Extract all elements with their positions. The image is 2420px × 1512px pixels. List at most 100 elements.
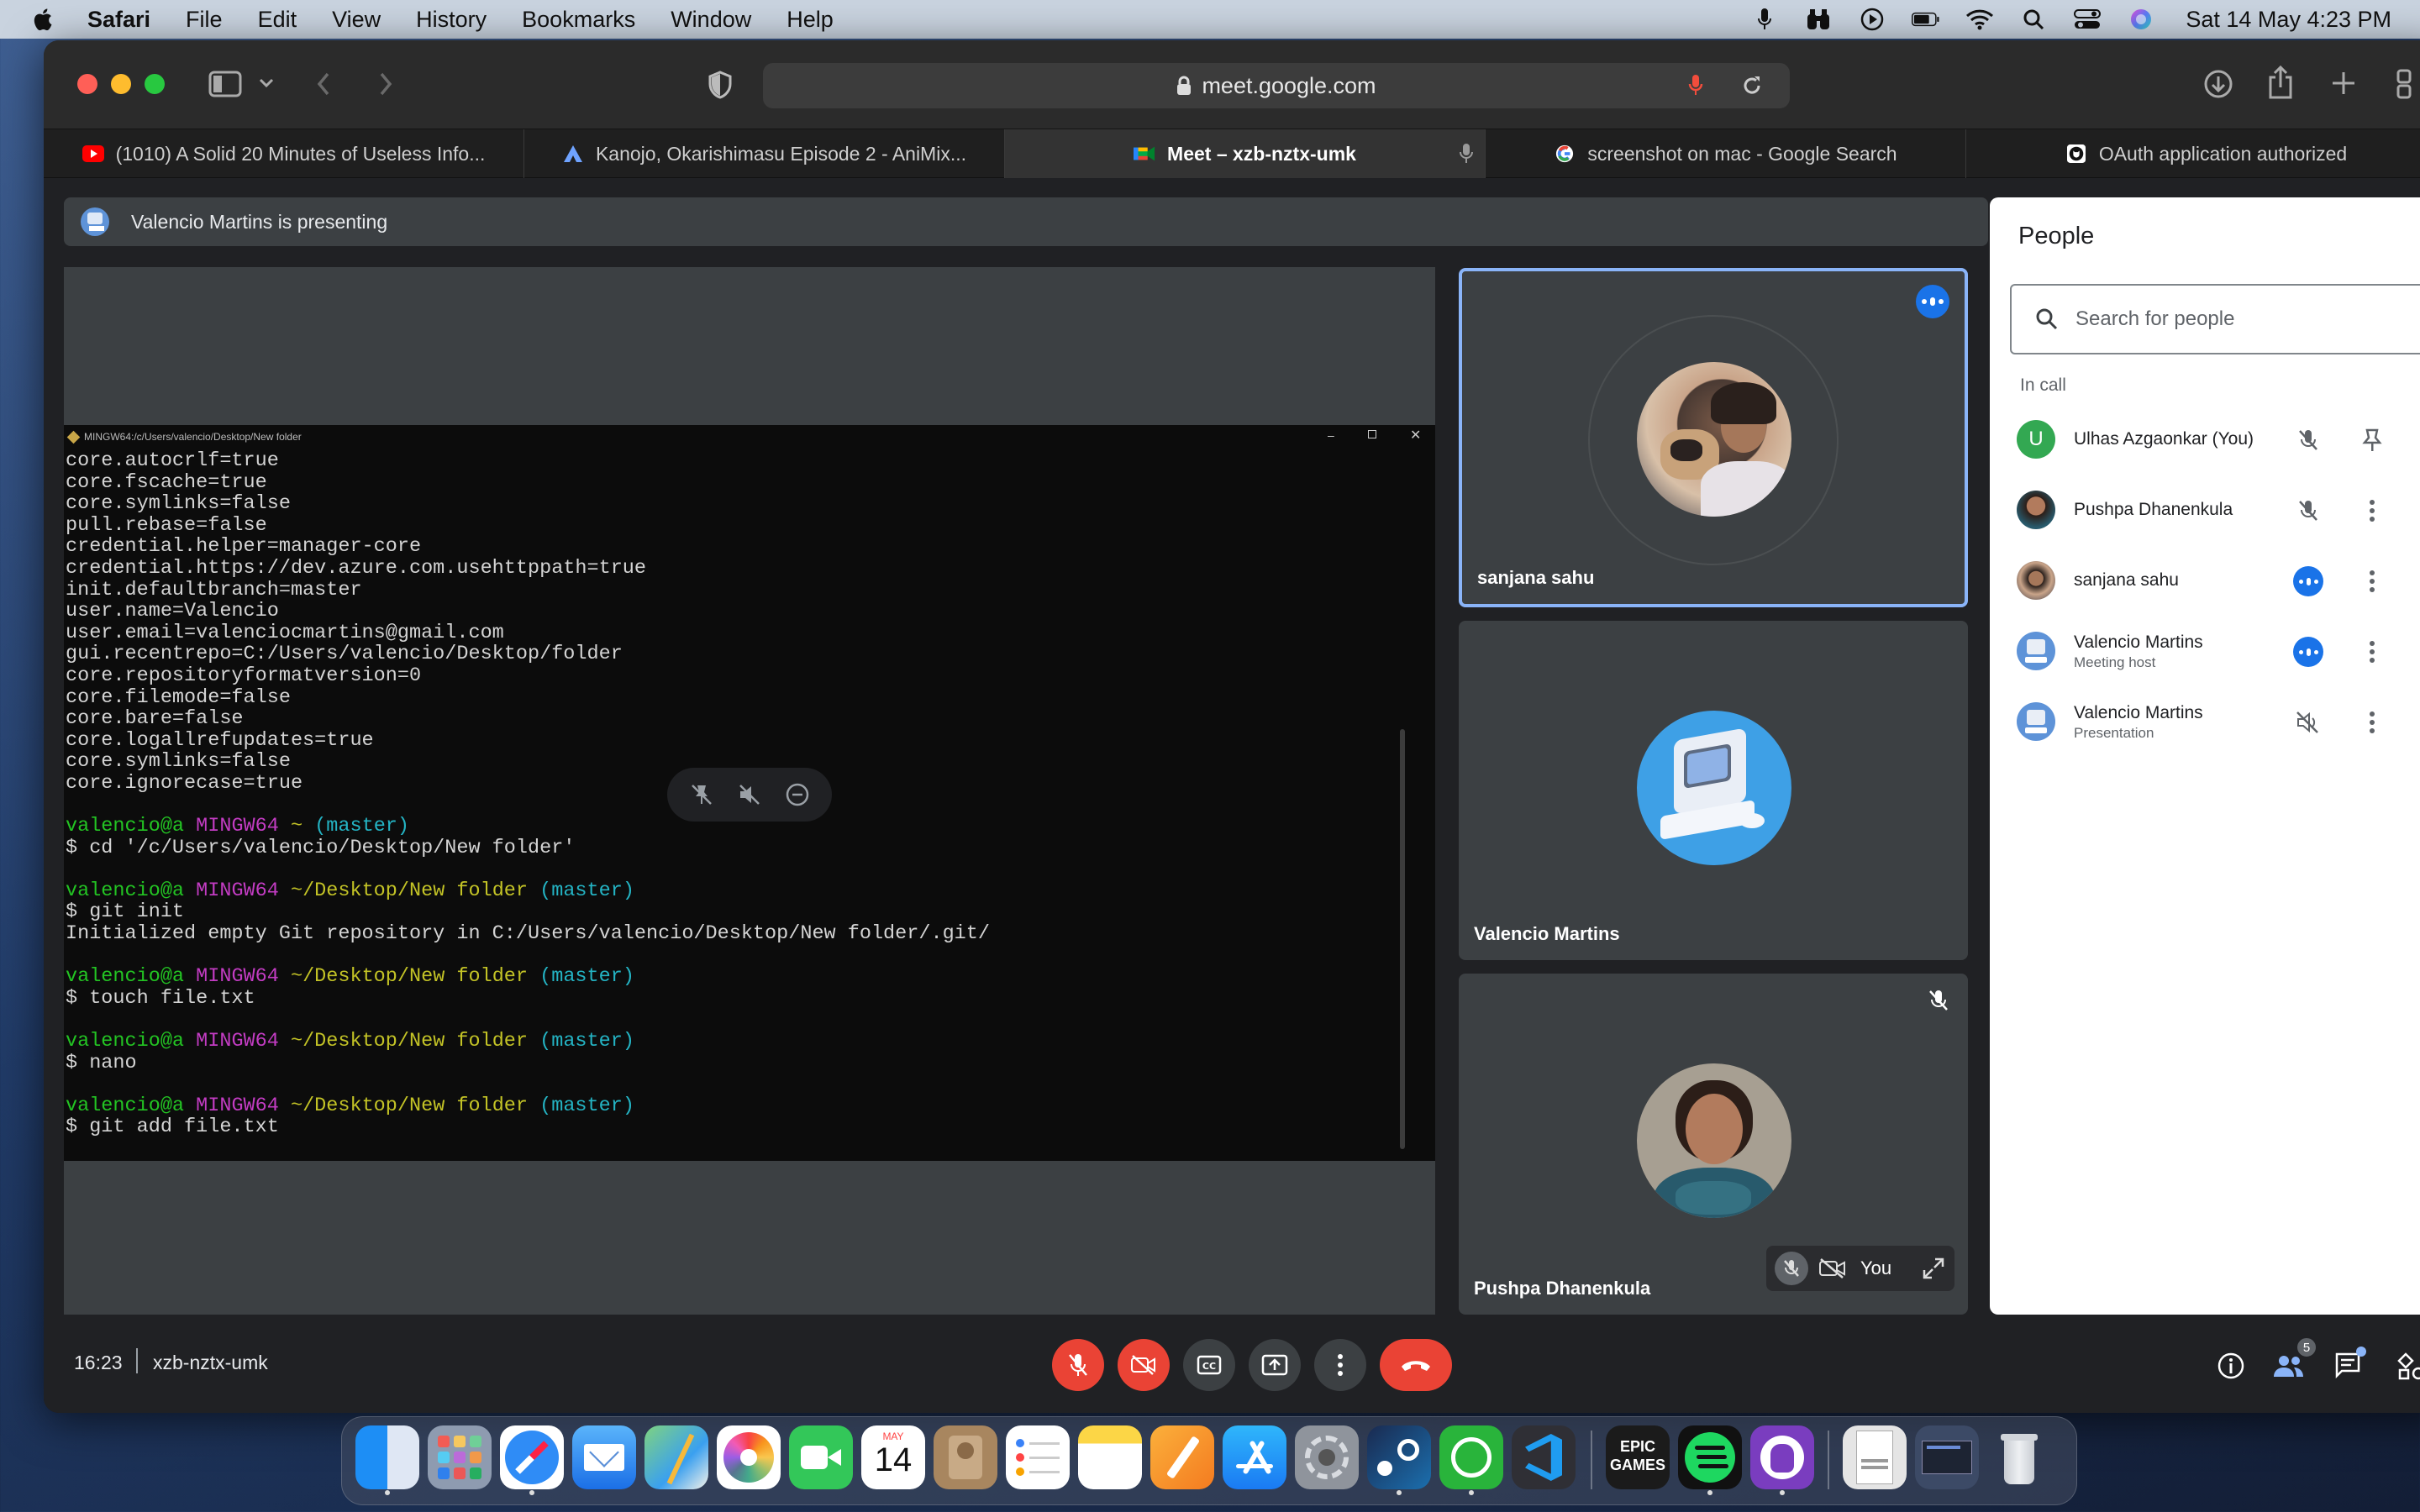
menu-app-name[interactable]: Safari — [87, 7, 150, 33]
meeting-info-icon[interactable] — [2217, 1352, 2245, 1380]
contacts-app-icon[interactable] — [934, 1425, 997, 1489]
tab-google-search[interactable]: screenshot on mac - Google Search — [1486, 129, 1966, 178]
finder-app-icon[interactable] — [355, 1425, 419, 1495]
remove-circle-icon[interactable] — [785, 782, 810, 807]
chat-button[interactable] — [2334, 1347, 2368, 1382]
tab-overview-icon[interactable] — [2396, 69, 2420, 99]
reminders-app-icon[interactable] — [1006, 1425, 1070, 1489]
menu-bookmarks[interactable]: Bookmarks — [522, 7, 635, 33]
facetime-app-icon[interactable] — [789, 1425, 853, 1489]
siri-icon[interactable] — [2127, 7, 2155, 32]
launchpad-app-icon[interactable] — [428, 1425, 492, 1489]
people-button[interactable]: 5 — [2272, 1336, 2317, 1382]
recording-mic-icon[interactable] — [1687, 74, 1704, 97]
sidebar-toggle-icon[interactable] — [208, 71, 242, 97]
new-tab-plus-icon[interactable] — [2331, 71, 2356, 96]
document-file-icon[interactable] — [1843, 1425, 1907, 1489]
participant-row[interactable]: sanjana sahu — [1990, 545, 2420, 616]
menu-edit[interactable]: Edit — [258, 7, 297, 33]
downloads-icon[interactable] — [2203, 69, 2233, 99]
steam-app-icon[interactable] — [1367, 1425, 1431, 1495]
maps-app-icon[interactable] — [644, 1425, 708, 1489]
volume-off-icon[interactable] — [737, 782, 762, 807]
menu-help[interactable]: Help — [786, 7, 834, 33]
app-store-icon[interactable] — [1223, 1425, 1286, 1489]
microphone-status-icon[interactable] — [1750, 7, 1779, 32]
share-icon[interactable] — [2267, 66, 2294, 99]
terminal-close-button[interactable]: ✕ — [1410, 427, 1421, 444]
participant-tile-sanjana[interactable]: sanjana sahu — [1459, 268, 1968, 607]
participant-row[interactable]: Valencio Martins Meeting host — [1990, 616, 2420, 686]
present-screen-button[interactable] — [1249, 1339, 1301, 1391]
tab-youtube[interactable]: (1010) A Solid 20 Minutes of Useless Inf… — [44, 129, 524, 178]
tab-mic-icon[interactable] — [1460, 143, 1473, 165]
more-options-button[interactable] — [1314, 1339, 1366, 1391]
more-options-icon[interactable] — [2356, 565, 2388, 597]
more-options-icon[interactable] — [2356, 706, 2388, 738]
back-arrow-icon[interactable] — [313, 71, 336, 97]
chevron-down-icon[interactable] — [259, 77, 274, 89]
mic-off-icon[interactable] — [2292, 495, 2324, 527]
menu-history[interactable]: History — [416, 7, 487, 33]
system-preferences-app-icon[interactable] — [1295, 1425, 1359, 1489]
terminal-maximize-button[interactable] — [1368, 430, 1376, 438]
pin-icon[interactable] — [2356, 424, 2388, 456]
more-options-icon[interactable] — [2356, 495, 2388, 527]
terminal-minimize-button[interactable]: – — [1328, 428, 1334, 442]
vscode-app-icon[interactable] — [1512, 1425, 1576, 1489]
activities-icon[interactable] — [2396, 1352, 2420, 1380]
leave-call-button[interactable] — [1380, 1339, 1452, 1391]
trash-icon[interactable] — [1987, 1425, 2051, 1489]
expand-icon[interactable] — [1922, 1257, 1945, 1280]
self-mic-off-icon[interactable] — [1775, 1252, 1808, 1285]
address-bar[interactable]: meet.google.com — [763, 63, 1790, 108]
camera-toggle-button[interactable] — [1118, 1339, 1170, 1391]
menu-window[interactable]: Window — [671, 7, 751, 33]
wifi-icon[interactable] — [1965, 7, 1994, 32]
forward-arrow-icon[interactable] — [373, 71, 397, 97]
menu-file[interactable]: File — [186, 7, 223, 33]
minimize-window-button[interactable] — [111, 74, 131, 94]
notes-app-icon[interactable] — [1078, 1425, 1142, 1489]
mail-app-icon[interactable] — [572, 1425, 636, 1489]
captions-button[interactable]: CC — [1183, 1339, 1235, 1391]
epic-games-app-icon[interactable]: EPIC GAMES — [1606, 1425, 1670, 1489]
tab-label: screenshot on mac - Google Search — [1587, 142, 1897, 165]
menu-clock[interactable]: Sat 14 May 4:23 PM — [2186, 7, 2391, 33]
more-options-icon[interactable] — [2356, 636, 2388, 668]
terminal-scrollbar[interactable] — [1400, 729, 1405, 1149]
spotify-app-icon[interactable] — [1678, 1425, 1742, 1495]
play-circle-icon[interactable] — [1858, 7, 1886, 32]
participant-name: Valencio Martins — [2074, 633, 2203, 652]
tab-animix[interactable]: Kanojo, Okarishimasu Episode 2 - AniMix.… — [524, 129, 1005, 178]
binoculars-icon[interactable] — [1804, 7, 1833, 32]
menu-view[interactable]: View — [332, 7, 381, 33]
screenshot-stack-icon[interactable] — [1915, 1425, 1979, 1489]
whatsapp-app-icon[interactable] — [1439, 1425, 1503, 1495]
reload-icon[interactable] — [1741, 75, 1763, 97]
zoom-window-button[interactable] — [145, 74, 165, 94]
microphone-toggle-button[interactable] — [1052, 1339, 1104, 1391]
participant-row[interactable]: U Ulhas Azgaonkar (You) — [1990, 404, 2420, 475]
spotlight-search-icon[interactable] — [2019, 7, 2048, 32]
control-center-icon[interactable] — [2073, 7, 2102, 32]
participant-tile-pushpa[interactable]: Pushpa Dhanenkula You — [1459, 974, 1968, 1315]
pages-app-icon[interactable] — [1150, 1425, 1214, 1489]
safari-app-icon[interactable] — [500, 1425, 564, 1495]
photos-app-icon[interactable] — [717, 1425, 781, 1489]
search-people-input[interactable]: Search for people — [2010, 284, 2420, 354]
github-desktop-app-icon[interactable] — [1750, 1425, 1814, 1495]
participant-row[interactable]: Valencio Martins Presentation — [1990, 686, 2420, 757]
tab-google-meet[interactable]: Meet – xzb-nztx-umk — [1005, 129, 1486, 178]
close-window-button[interactable] — [77, 74, 97, 94]
privacy-shield-icon[interactable] — [708, 71, 733, 99]
self-camera-off-icon[interactable] — [1818, 1257, 1847, 1279]
participant-row[interactable]: Pushpa Dhanenkula — [1990, 475, 2420, 545]
participant-tile-valencio[interactable]: Valencio Martins — [1459, 621, 1968, 960]
mic-off-icon[interactable] — [2292, 424, 2324, 456]
tab-github[interactable]: OAuth application authorized — [1966, 129, 2420, 178]
pin-off-icon[interactable] — [689, 782, 714, 807]
battery-icon[interactable] — [1912, 7, 1940, 32]
calendar-app-icon[interactable]: MAY 14 — [861, 1425, 925, 1489]
apple-icon[interactable] — [30, 7, 54, 32]
